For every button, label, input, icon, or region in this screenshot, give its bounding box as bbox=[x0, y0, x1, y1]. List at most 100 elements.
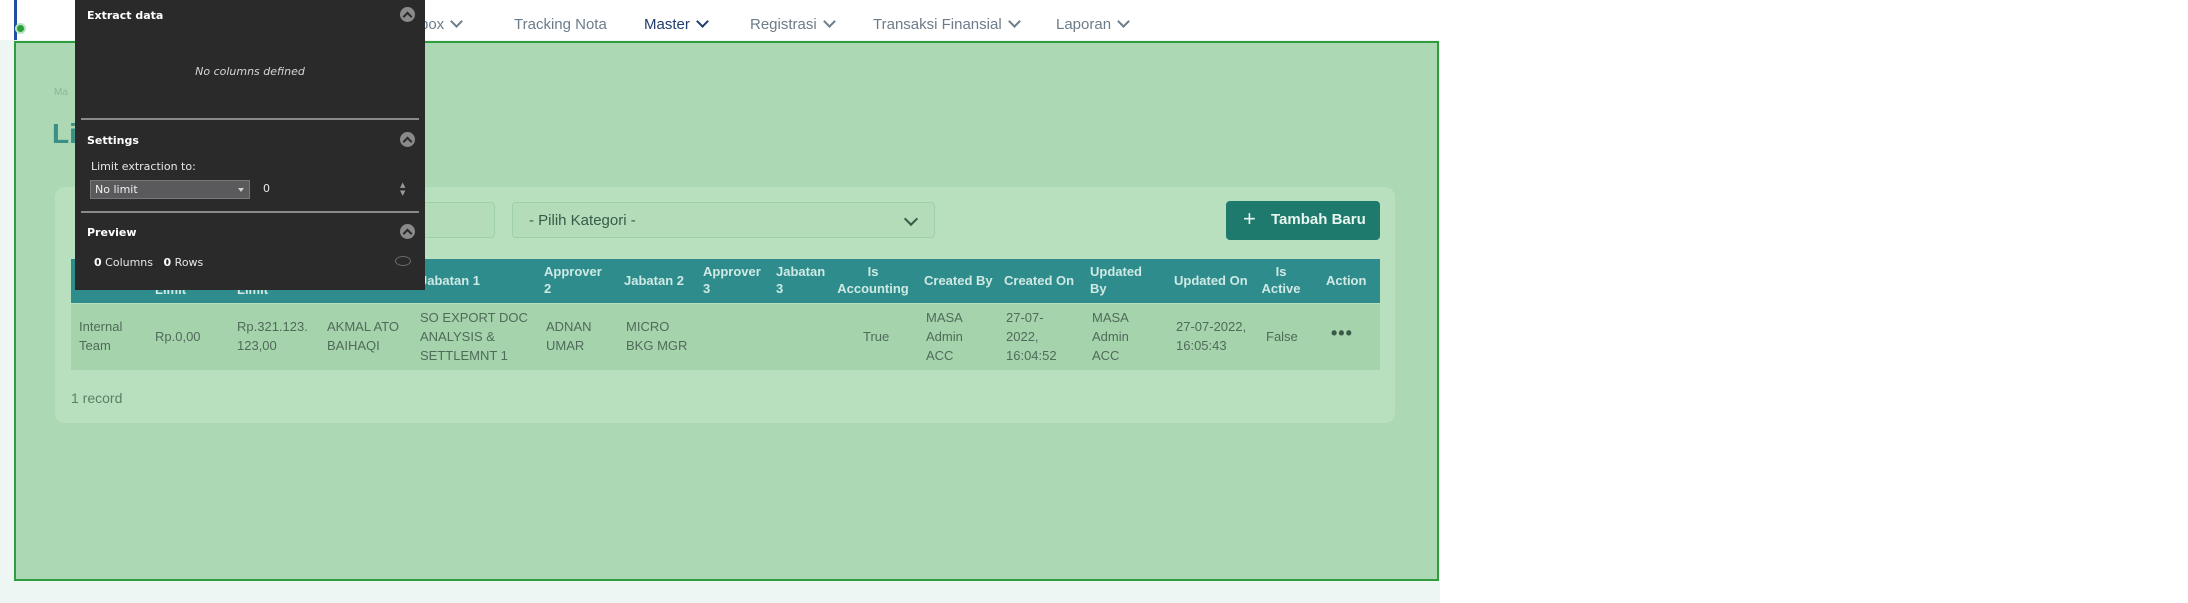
collapse-settings-icon[interactable] bbox=[400, 132, 415, 147]
cell-approver-1: AKMAL ATO BAIHAQI bbox=[327, 317, 399, 355]
header-approver-3: Approver 3 bbox=[703, 263, 761, 297]
limit-extraction-label: Limit extraction to: bbox=[91, 160, 196, 173]
cell-jabatan-2: MICRO BKG MGR bbox=[626, 317, 687, 355]
cell-updated-on-line1: 27-07-2022, bbox=[1176, 319, 1247, 334]
cell-jabatan-2-line2: BKG MGR bbox=[626, 338, 688, 353]
chevron-down-icon bbox=[822, 15, 836, 28]
preview-title: Preview bbox=[87, 226, 137, 239]
brand-strip bbox=[14, 0, 17, 40]
cell-max-limit: Rp.321.123. 123,00 bbox=[237, 317, 308, 355]
header-is-accounting-line1: Is bbox=[867, 264, 879, 279]
page-footer-area bbox=[0, 582, 1440, 603]
header-jabatan-1: Jabatan 1 bbox=[420, 273, 480, 288]
cell-approver-1-line2: BAIHAQI bbox=[327, 338, 380, 353]
header-created-by: Created By bbox=[924, 273, 993, 288]
eye-icon[interactable] bbox=[395, 256, 411, 266]
header-jabatan-3-line2: 3 bbox=[776, 281, 784, 296]
nav-registrasi-label: Registrasi bbox=[750, 16, 817, 33]
panel-divider bbox=[81, 118, 419, 120]
collapse-preview-icon[interactable] bbox=[400, 224, 415, 239]
header-approver-2-line1: Approver bbox=[544, 264, 602, 279]
empty-area bbox=[1440, 0, 2188, 603]
nav-tracking-nota[interactable]: Tracking Nota bbox=[514, 16, 607, 33]
cell-created-by: MASA Admin ACC bbox=[926, 308, 963, 365]
extract-data-panel: Extract data No columns defined Settings… bbox=[75, 0, 425, 290]
columns-count: 0 bbox=[94, 256, 102, 269]
chevron-down-icon bbox=[903, 211, 919, 227]
cell-jabatan-1-line3: SETTLEMNT 1 bbox=[420, 348, 508, 363]
cell-is-accounting: True bbox=[863, 329, 890, 344]
chevron-down-icon bbox=[695, 15, 709, 28]
nav-inbox[interactable]: box bbox=[420, 15, 464, 33]
cell-jabatan-1-line1: SO EXPORT DOC bbox=[420, 310, 528, 325]
cell-max-limit-line2: 123,00 bbox=[237, 338, 277, 353]
add-new-button[interactable]: + Tambah Baru bbox=[1226, 201, 1380, 240]
preview-stats: 0 Columns 0 Rows bbox=[94, 256, 203, 269]
collapse-extract-icon[interactable] bbox=[400, 7, 415, 22]
cell-updated-on-line2: 16:05:43 bbox=[1176, 338, 1227, 353]
header-jabatan-3-line1: Jabatan bbox=[776, 264, 826, 279]
cell-created-on-line1: 27-07- bbox=[1006, 310, 1044, 325]
category-select[interactable]: - Pilih Kategori - bbox=[512, 202, 935, 238]
cell-approver-2-line1: ADNAN bbox=[546, 319, 592, 334]
header-approver-3-line2: 3 bbox=[703, 281, 711, 296]
limit-select[interactable]: No limit bbox=[90, 180, 250, 199]
no-columns-message: No columns defined bbox=[195, 65, 305, 78]
cell-updated-by-line1: MASA bbox=[1092, 310, 1129, 325]
cell-min-limit: Rp.0,00 bbox=[155, 329, 201, 344]
cell-created-by-line1: MASA bbox=[926, 310, 963, 325]
more-actions-icon[interactable]: ••• bbox=[1331, 323, 1353, 344]
extract-data-title: Extract data bbox=[87, 9, 164, 22]
nav-registrasi[interactable]: Registrasi bbox=[750, 15, 836, 33]
cell-team-line2: Team bbox=[79, 338, 111, 353]
rows-count: 0 bbox=[163, 256, 172, 269]
nav-master-label: Master bbox=[644, 16, 690, 33]
header-updated-by: Updated By bbox=[1090, 263, 1142, 297]
cell-team-line1: Internal bbox=[79, 319, 123, 334]
chevron-down-icon bbox=[1117, 15, 1130, 28]
cell-created-by-line2: Admin bbox=[926, 329, 963, 344]
header-is-accounting: Is Accounting bbox=[836, 263, 910, 297]
rows-label: Rows bbox=[174, 256, 204, 269]
cell-jabatan-1-line2: ANALYSIS & bbox=[420, 329, 495, 344]
nav-transaksi-finansial[interactable]: Transaksi Finansial bbox=[873, 15, 1021, 33]
cell-approver-2-line2: UMAR bbox=[546, 338, 585, 353]
cell-team: Internal Team bbox=[79, 317, 122, 355]
cell-approver-2: ADNAN UMAR bbox=[546, 317, 592, 355]
cell-updated-by-line2: Admin bbox=[1092, 329, 1129, 344]
panel-divider bbox=[81, 211, 419, 213]
cell-jabatan-1: SO EXPORT DOC ANALYSIS & SETTLEMNT 1 bbox=[420, 308, 528, 365]
header-action: Action bbox=[1326, 273, 1367, 288]
dropdown-arrow-icon bbox=[238, 188, 244, 192]
page-title: Li bbox=[52, 118, 77, 149]
cell-created-on-line3: 16:04:52 bbox=[1006, 348, 1057, 363]
number-spinner-icon[interactable]: ▲ ▼ bbox=[400, 181, 405, 197]
cell-approver-1-line1: AKMAL ATO bbox=[327, 319, 400, 334]
nav-master[interactable]: Master bbox=[644, 15, 709, 33]
cell-is-active: False bbox=[1266, 329, 1298, 344]
plus-icon: + bbox=[1243, 206, 1256, 231]
cell-created-by-line3: ACC bbox=[926, 348, 954, 363]
cell-updated-by-line3: ACC bbox=[1092, 348, 1120, 363]
header-created-on: Created On bbox=[1004, 273, 1075, 288]
header-approver-2-line2: 2 bbox=[544, 281, 552, 296]
category-select-value: - Pilih Kategori - bbox=[529, 212, 636, 229]
chevron-down-icon bbox=[1007, 15, 1021, 28]
cell-created-on-line2: 2022, bbox=[1006, 329, 1039, 344]
header-jabatan-2: Jabatan 2 bbox=[624, 273, 684, 288]
limit-number-input[interactable]: 0 bbox=[263, 182, 270, 195]
cell-max-limit-line1: Rp.321.123. bbox=[237, 319, 308, 334]
record-count: 1 record bbox=[71, 390, 123, 406]
cell-updated-on: 27-07-2022, 16:05:43 bbox=[1176, 317, 1246, 355]
header-updated-on: Updated On bbox=[1174, 273, 1248, 288]
add-new-button-label: Tambah Baru bbox=[1271, 211, 1366, 228]
header-is-active-line2: Active bbox=[1261, 281, 1301, 296]
nav-transaksi-finansial-label: Transaksi Finansial bbox=[873, 16, 1002, 33]
header-is-active-line1: Is bbox=[1275, 264, 1287, 279]
limit-select-value: No limit bbox=[95, 183, 138, 196]
header-jabatan-3: Jabatan 3 bbox=[776, 263, 825, 297]
header-approver-2: Approver 2 bbox=[544, 263, 602, 297]
breadcrumb: Ma bbox=[54, 87, 68, 98]
nav-laporan[interactable]: Laporan bbox=[1056, 15, 1130, 33]
header-is-active: Is Active bbox=[1258, 263, 1304, 297]
